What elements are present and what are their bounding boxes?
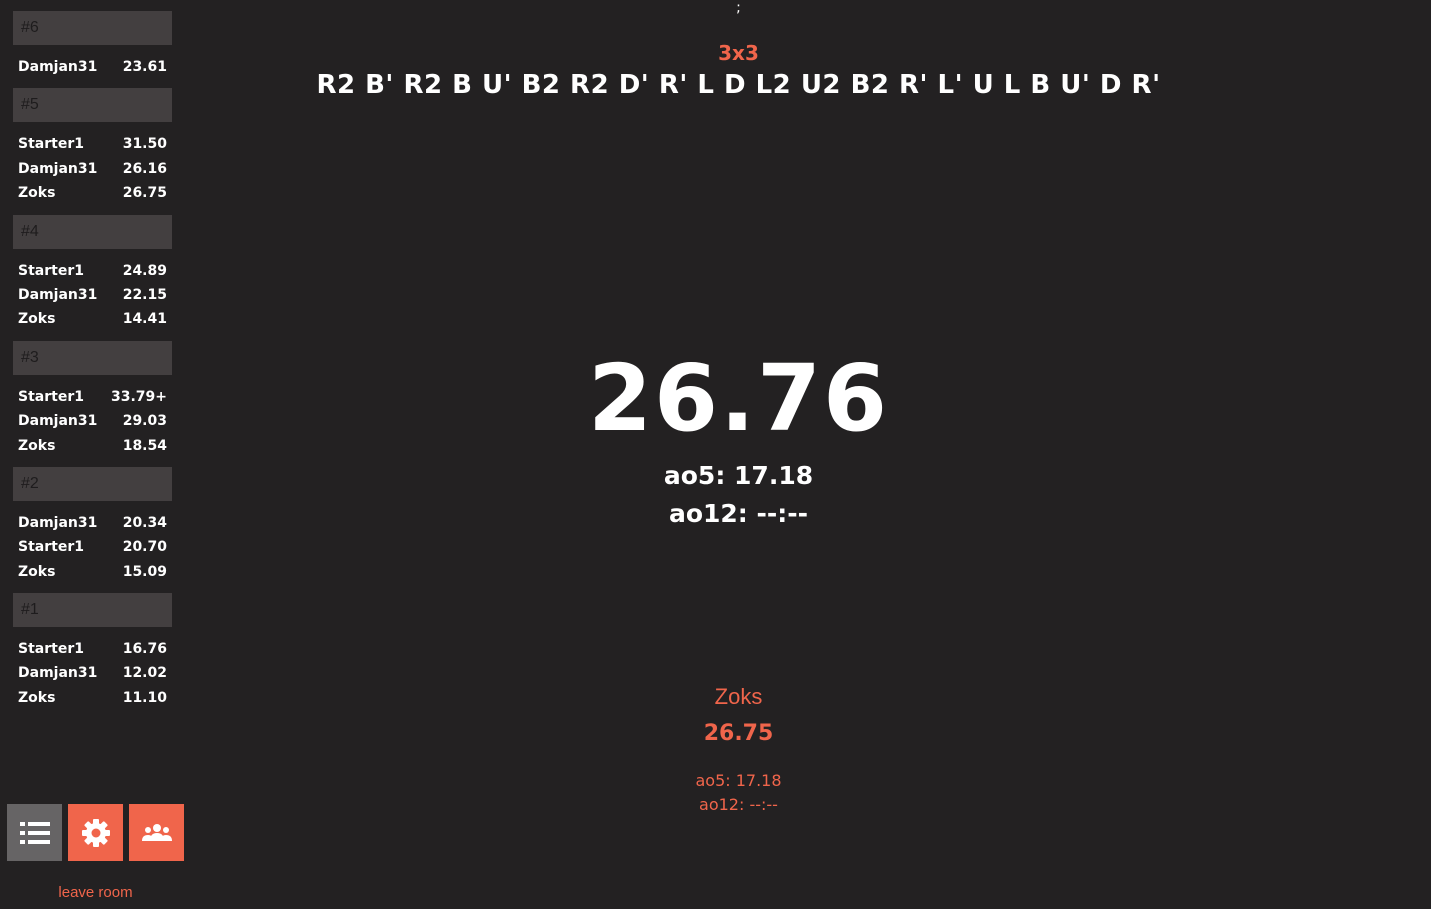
result-time: 29.03 <box>122 413 167 430</box>
results-list-button[interactable] <box>7 804 62 861</box>
result-time: 20.70 <box>122 539 167 556</box>
result-name: Starter1 <box>18 641 84 658</box>
result-row: Damjan31 26.16 <box>13 157 172 181</box>
gear-icon <box>81 818 110 847</box>
opponent-ao12-stat: ao12: --:-- <box>699 795 778 814</box>
result-name: Damjan31 <box>18 665 98 682</box>
users-icon <box>141 823 172 841</box>
result-name: Zoks <box>18 437 56 454</box>
round-header[interactable]: #4 <box>13 214 172 249</box>
separator-text: ; <box>736 0 741 16</box>
result-row: Damjan31 29.03 <box>13 409 172 433</box>
opponent-ao5-stat: ao5: 17.18 <box>695 771 782 790</box>
ao12-stat: ao12: --:-- <box>668 499 809 528</box>
timer-display[interactable]: 26.76 <box>246 345 1231 452</box>
round-group: #2 Damjan31 20.34 Starter1 20.70 Zoks 15.09 <box>13 466 172 584</box>
opponent-name: Zoks <box>714 684 763 709</box>
result-name: Damjan31 <box>18 59 98 75</box>
result-row: Zoks 14.41 <box>13 307 172 331</box>
result-row: Damjan31 22.15 <box>13 283 172 307</box>
result-name: Zoks <box>18 689 56 706</box>
result-row: Starter1 16.76 <box>13 637 172 661</box>
result-name: Zoks <box>18 311 56 328</box>
result-row: Starter1 24.89 <box>13 259 172 283</box>
result-row: Starter1 20.70 <box>13 535 172 559</box>
round-group: #5 Starter1 31.50 Damjan31 26.16 Zoks 26.75 <box>13 88 172 205</box>
round-header[interactable]: #6 <box>13 11 172 45</box>
room-page: #6 Damjan31 23.61 #5 Starter1 31.50 Damjan31 26… <box>0 0 1431 909</box>
result-row: Zoks 26.75 <box>13 181 172 205</box>
result-time: 22.15 <box>122 286 167 303</box>
result-time: 33.79+ <box>110 388 167 405</box>
result-name: Damjan31 <box>18 160 98 177</box>
round-group: #1 Starter1 16.76 Damjan31 12.02 Zoks 11.10 <box>13 593 172 710</box>
round-group: #4 Starter1 24.89 Damjan31 22.15 Zoks 14.41 <box>13 214 172 332</box>
round-group: #3 Starter1 33.79+ Damjan31 29.03 Zoks 18.54 <box>13 340 172 458</box>
round-header[interactable]: #1 <box>13 593 172 628</box>
result-name: Damjan31 <box>18 413 98 430</box>
event-label[interactable]: 3x3 <box>246 41 1231 65</box>
result-time: 16.76 <box>122 641 167 658</box>
round-header[interactable]: #5 <box>13 88 172 123</box>
result-time: 14.41 <box>122 311 167 328</box>
result-name: Starter1 <box>18 262 84 279</box>
scramble-text: R2 B' R2 B U' B2 R2 D' R' L D L2 U2 B2 R… <box>316 70 1161 100</box>
users-button[interactable] <box>129 804 184 861</box>
result-row: Starter1 33.79+ <box>13 385 172 409</box>
result-time: 23.61 <box>122 59 167 75</box>
result-name: Damjan31 <box>18 286 98 303</box>
result-row: Zoks 11.10 <box>13 686 172 710</box>
round-group: #6 Damjan31 23.61 <box>13 11 172 79</box>
result-name: Starter1 <box>18 539 84 556</box>
opponent-time: 26.75 <box>703 721 774 746</box>
result-time: 12.02 <box>122 665 167 682</box>
result-name: Zoks <box>18 563 56 580</box>
result-name: Starter1 <box>18 388 84 405</box>
ao5-stat: ao5: 17.18 <box>663 461 814 490</box>
settings-button[interactable] <box>68 804 123 861</box>
result-time: 24.89 <box>122 262 167 279</box>
result-row: Damjan31 12.02 <box>13 661 172 685</box>
result-time: 15.09 <box>122 563 167 580</box>
result-row: Starter1 31.50 <box>13 132 172 156</box>
list-icon <box>19 821 50 844</box>
result-name: Starter1 <box>18 136 84 153</box>
result-time: 20.34 <box>122 514 167 531</box>
result-row: Zoks 15.09 <box>13 560 172 584</box>
result-time: 18.54 <box>122 437 167 454</box>
leave-room-link[interactable]: leave room <box>7 884 184 901</box>
result-name: Zoks <box>18 185 56 202</box>
result-row: Damjan31 20.34 <box>13 511 172 535</box>
result-time: 26.75 <box>122 185 167 202</box>
round-header[interactable]: #3 <box>13 340 172 375</box>
result-row: Damjan31 23.61 <box>13 55 172 79</box>
result-time: 11.10 <box>122 689 167 706</box>
results-sidebar: #6 Damjan31 23.61 #5 Starter1 31.50 Damjan31 26… <box>13 11 172 719</box>
round-header[interactable]: #2 <box>13 466 172 501</box>
result-time: 26.16 <box>122 160 167 177</box>
result-row: Zoks 18.54 <box>13 434 172 458</box>
result-time: 31.50 <box>122 136 167 153</box>
result-name: Damjan31 <box>18 514 98 531</box>
